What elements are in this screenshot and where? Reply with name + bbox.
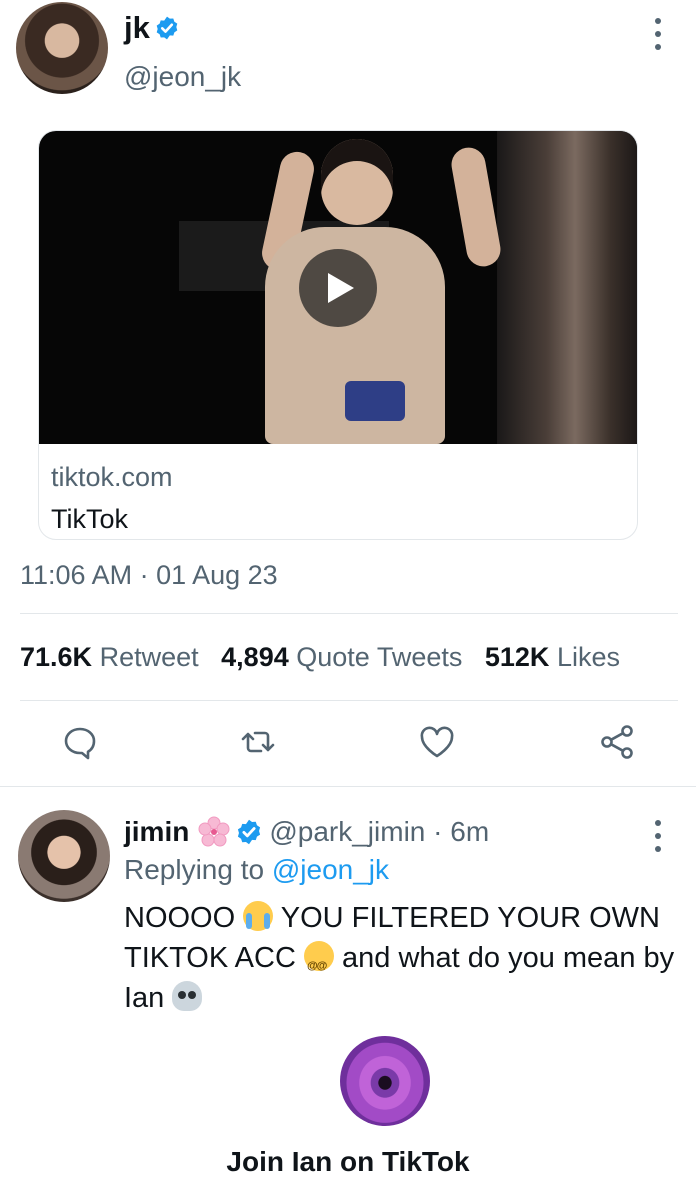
divider (20, 700, 678, 701)
retweet-icon[interactable] (238, 722, 278, 762)
reply-text: NOOOO YOU FILTERED YOUR OWN TIKTOK ACC a… (124, 898, 680, 1018)
more-vertical-icon[interactable] (654, 820, 662, 852)
video-thumbnail[interactable] (39, 131, 637, 444)
author-handle[interactable]: @jeon_jk (124, 60, 241, 94)
quote-count[interactable]: 4,894 (221, 642, 289, 672)
replying-prefix: Replying to (124, 854, 265, 885)
reply-text-part: NOOOO (124, 902, 236, 934)
card-domain: tiktok.com (51, 462, 173, 492)
divider (20, 613, 678, 614)
skull-emoji (172, 981, 203, 1011)
link-card[interactable]: tiktok.com TikTok (38, 130, 638, 540)
verified-badge-icon (238, 819, 261, 845)
replying-handle-link[interactable]: @jeon_jk (272, 854, 389, 885)
verified-badge-icon (156, 16, 178, 40)
play-icon (328, 273, 354, 303)
retweet-label[interactable]: Retweet (100, 642, 199, 672)
reply-display-name[interactable]: jimin (124, 815, 189, 849)
more-vertical-icon[interactable] (654, 18, 662, 50)
quote-label[interactable]: Quote Tweets (296, 642, 462, 672)
author-avatar[interactable] (16, 2, 108, 94)
tweet-actions (0, 722, 696, 766)
reply-header: jimin @park_jimin · 6m (124, 815, 489, 849)
cherry-blossom-emoji (198, 816, 230, 847)
likes-label[interactable]: Likes (557, 642, 620, 672)
divider (0, 786, 696, 787)
reply-handle-time[interactable]: @park_jimin · 6m (269, 815, 489, 849)
tiktok-embed-avatar[interactable] (340, 1036, 430, 1126)
reply-avatar[interactable] (18, 810, 110, 902)
author-display-name[interactable]: jk (124, 10, 150, 46)
card-title: TikTok (51, 504, 129, 534)
replying-to: Replying to @jeon_jk (124, 853, 389, 887)
heart-icon[interactable] (417, 722, 457, 762)
likes-count[interactable]: 512K (485, 642, 550, 672)
loudly-crying-emoji (243, 901, 274, 931)
reply-icon[interactable] (60, 722, 100, 762)
share-icon[interactable] (597, 722, 637, 762)
tiktok-join-label[interactable]: Join Ian on TikTok (0, 1144, 696, 1180)
play-button[interactable] (299, 249, 377, 327)
tweet-timestamp[interactable]: 11:06 AM · 01 Aug 23 (20, 558, 278, 592)
retweet-count[interactable]: 71.6K (20, 642, 92, 672)
tweet-stats: 71.6K Retweet 4,894 Quote Tweets 512K Li… (20, 640, 620, 674)
author-name-row[interactable]: jk (124, 10, 180, 46)
dizzy-face-emoji (303, 941, 334, 986)
